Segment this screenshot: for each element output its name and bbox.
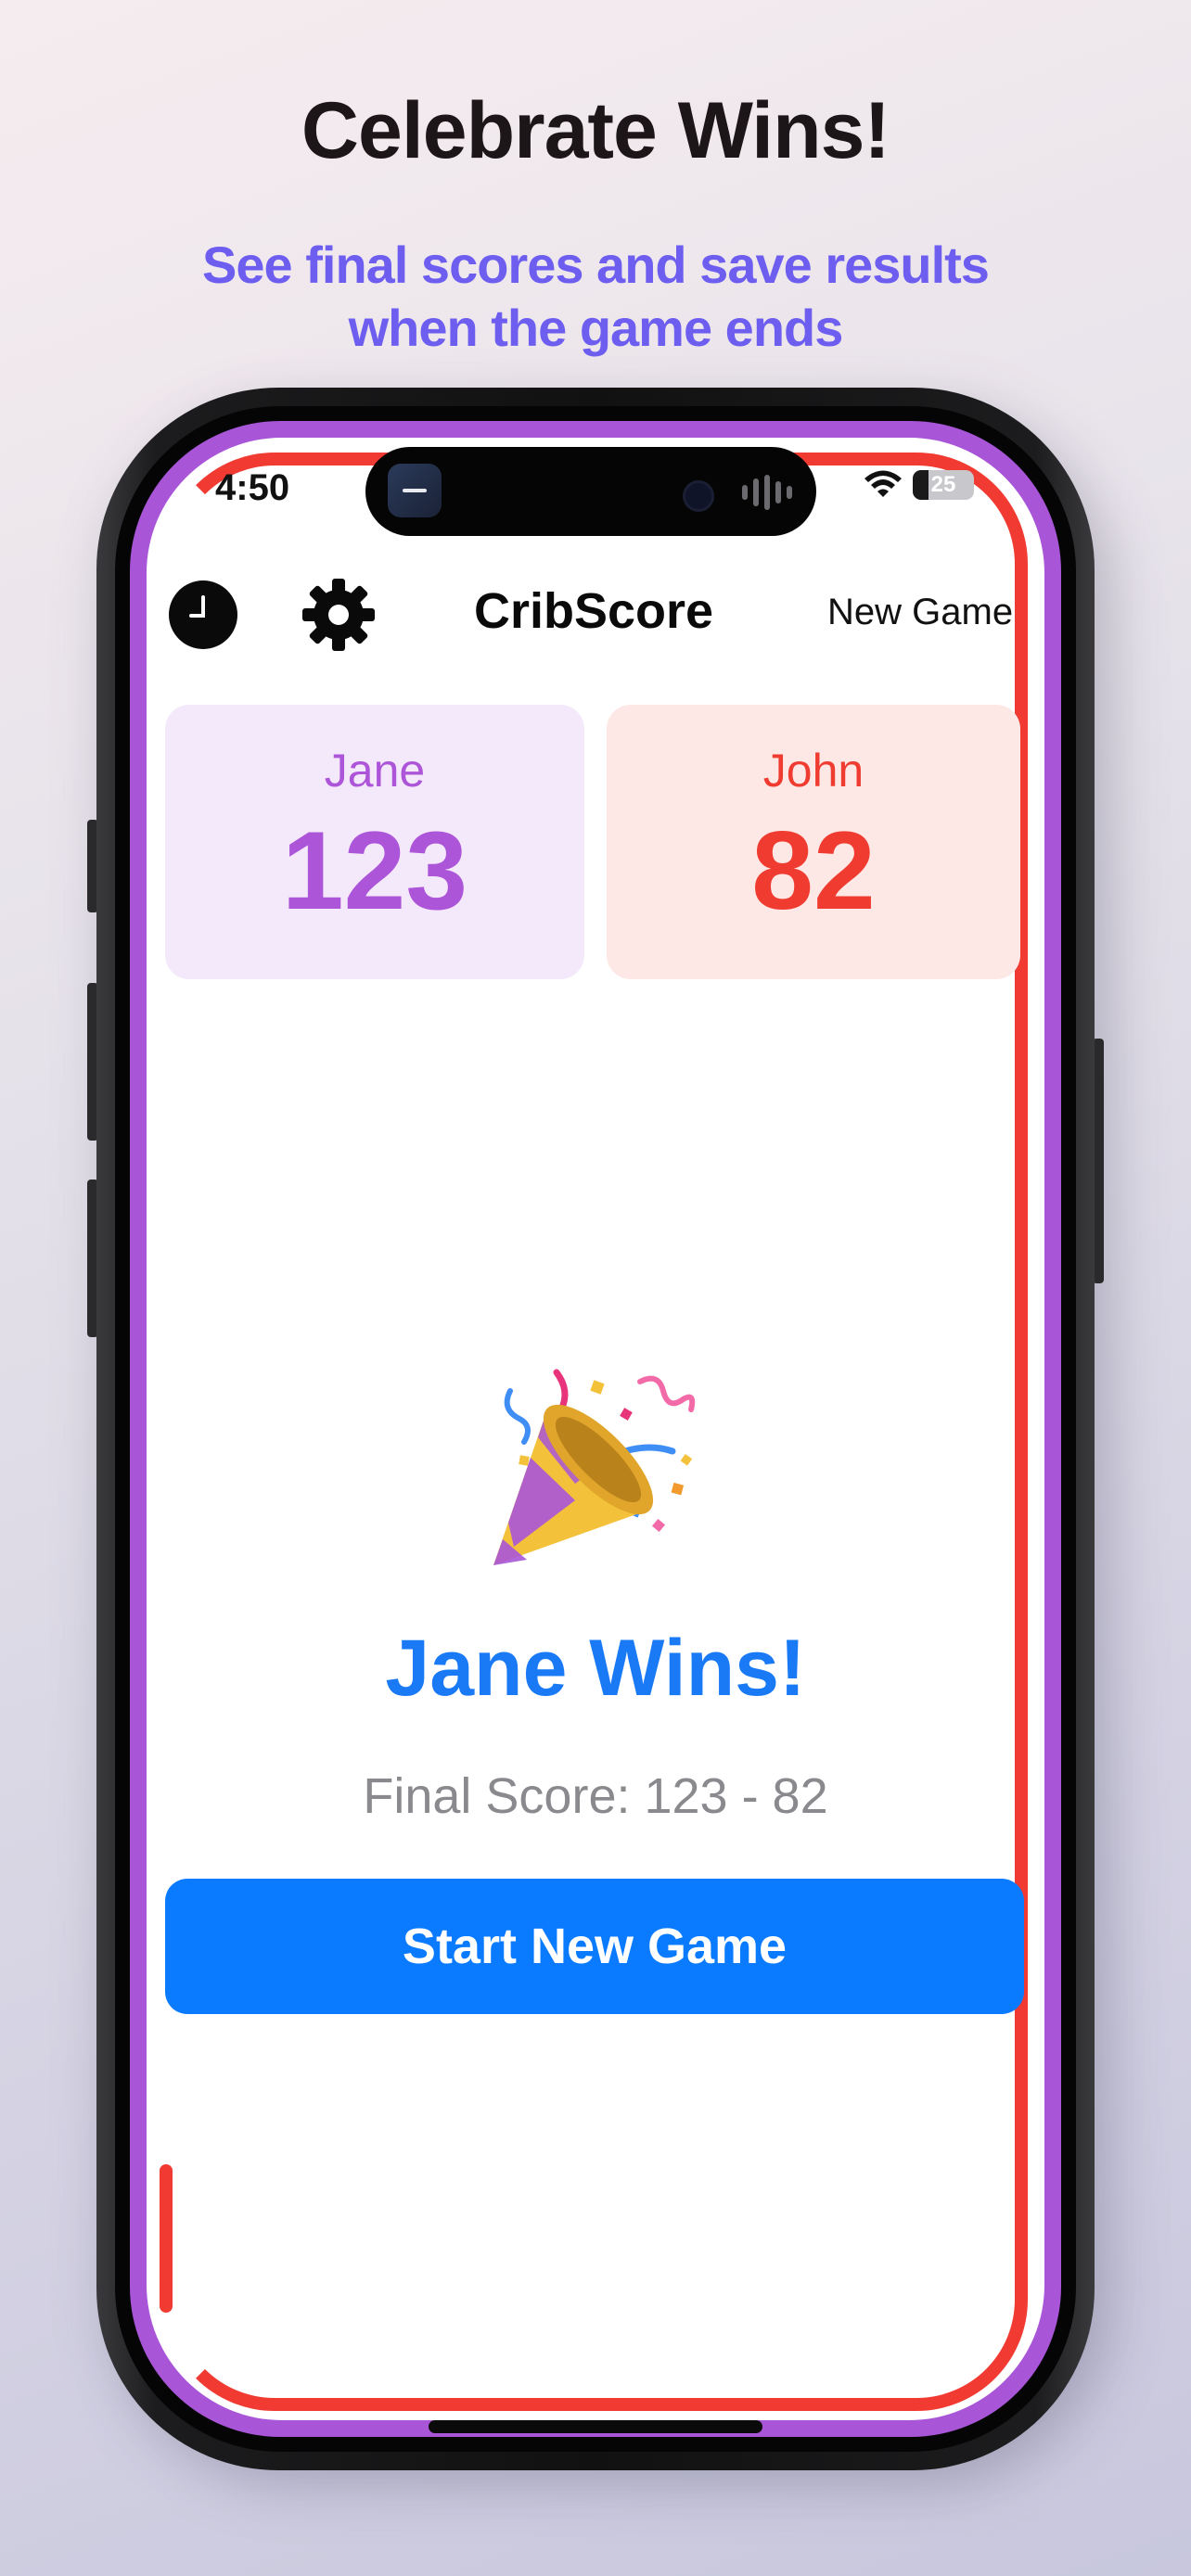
- player-score: 82: [751, 809, 876, 933]
- status-time: 4:50: [215, 467, 290, 508]
- winner-text: Jane Wins!: [385, 1624, 806, 1713]
- status-right-group: 25: [863, 469, 974, 501]
- clock-icon: [189, 595, 205, 618]
- party-popper-icon: [493, 1369, 696, 1565]
- audio-waveform-icon: [742, 475, 792, 510]
- wifi-icon: [864, 470, 902, 497]
- island-app-icon-glyph: [403, 489, 427, 492]
- final-score-text: Final Score: 123 - 82: [363, 1768, 828, 1824]
- island-camera-icon: [683, 480, 714, 512]
- new-game-clip: New Game: [816, 575, 1022, 658]
- battery-level-text: 25: [930, 472, 956, 497]
- promo-subtitle: See final scores and save results when t…: [202, 236, 990, 357]
- gear-icon: [302, 579, 375, 651]
- app-title: CribScore: [473, 583, 714, 639]
- home-indicator[interactable]: [429, 2420, 762, 2433]
- promo-title: Celebrate Wins!: [301, 86, 890, 175]
- player-card-john[interactable]: John 82: [607, 705, 1020, 979]
- player-name: Jane: [324, 745, 426, 797]
- red-outline-left-segment: [160, 2164, 173, 2313]
- player-name: John: [762, 745, 864, 797]
- player-score: 123: [281, 809, 468, 933]
- start-new-game-button[interactable]: Start New Game: [165, 1879, 1024, 2014]
- settings-button[interactable]: [301, 577, 377, 653]
- player-card-jane[interactable]: Jane 123: [165, 705, 584, 979]
- new-game-button[interactable]: New Game: [827, 592, 1013, 633]
- history-button[interactable]: [169, 580, 237, 649]
- battery-icon: 25: [913, 470, 974, 500]
